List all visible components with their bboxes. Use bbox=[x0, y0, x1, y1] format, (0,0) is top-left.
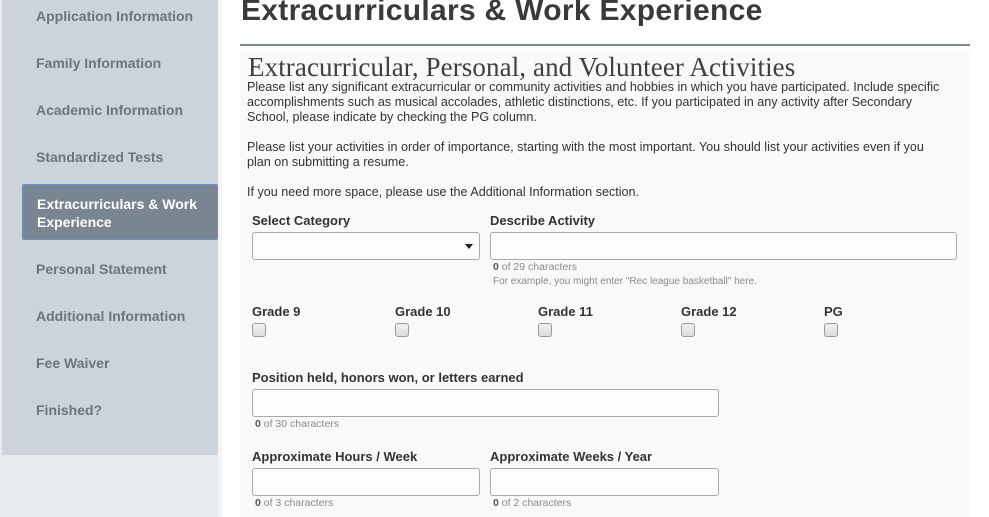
weeks-input[interactable] bbox=[490, 468, 719, 496]
instructions-paragraph-2: Please list your activities in order of … bbox=[247, 140, 924, 169]
sidebar-item-academic-information[interactable]: Academic Information bbox=[36, 101, 183, 119]
hours-input[interactable] bbox=[252, 468, 480, 496]
grade-12-label: Grade 12 bbox=[681, 304, 737, 319]
grade-10-label: Grade 10 bbox=[395, 304, 451, 319]
position-counter: 0 of 30 characters bbox=[255, 418, 339, 430]
grade-11-checkbox[interactable] bbox=[538, 323, 552, 337]
section-heading: Extracurricular, Personal, and Volunteer… bbox=[248, 52, 796, 82]
sidebar-item-personal-statement[interactable]: Personal Statement bbox=[36, 260, 167, 278]
chevron-down-icon bbox=[465, 244, 473, 249]
pg-checkbox[interactable] bbox=[824, 323, 838, 337]
position-input[interactable] bbox=[252, 389, 719, 417]
activity-counter-suffix: of 29 characters bbox=[498, 261, 578, 273]
category-label: Select Category bbox=[252, 213, 351, 228]
position-label: Position held, honors won, or letters ea… bbox=[252, 370, 524, 385]
sidebar-item-finished[interactable]: Finished? bbox=[36, 401, 102, 419]
sidebar-item-fee-waiver[interactable]: Fee Waiver bbox=[36, 354, 109, 372]
grade-12-checkbox[interactable] bbox=[681, 323, 695, 337]
weeks-counter: 0 of 2 characters bbox=[493, 497, 571, 509]
sidebar-item-additional-information[interactable]: Additional Information bbox=[36, 307, 185, 325]
activity-hint: For example, you might enter "Rec league… bbox=[493, 276, 757, 287]
activity-counter: 0 of 29 characters bbox=[493, 261, 577, 273]
instructions-paragraph-1: Please list any significant extracurricu… bbox=[247, 80, 940, 124]
sidebar-item-family-information[interactable]: Family Information bbox=[36, 54, 161, 72]
grade-11-label: Grade 11 bbox=[538, 304, 593, 319]
hours-counter: 0 of 3 characters bbox=[255, 497, 333, 509]
weeks-counter-suffix: of 2 characters bbox=[498, 497, 572, 509]
hours-counter-suffix: of 3 characters bbox=[260, 497, 334, 509]
instructions-paragraph-3: If you need more space, please use the A… bbox=[247, 185, 640, 199]
position-counter-suffix: of 30 characters bbox=[260, 418, 340, 430]
grade-10-checkbox[interactable] bbox=[395, 323, 409, 337]
sidebar-item-extracurriculars[interactable]: Extracurriculars & Work Experience bbox=[22, 184, 218, 240]
pg-label: PG bbox=[824, 304, 843, 319]
hours-label: Approximate Hours / Week bbox=[252, 449, 418, 464]
grade-9-checkbox[interactable] bbox=[252, 323, 266, 337]
sidebar-item-application-information[interactable]: Application Information bbox=[36, 7, 193, 25]
activity-input[interactable] bbox=[490, 232, 957, 260]
sidebar-item-standardized-tests[interactable]: Standardized Tests bbox=[36, 148, 163, 166]
category-select[interactable] bbox=[252, 232, 480, 260]
title-divider bbox=[240, 44, 970, 46]
sidebar-gutter bbox=[218, 0, 222, 517]
grade-9-label: Grade 9 bbox=[252, 304, 301, 319]
weeks-label: Approximate Weeks / Year bbox=[490, 449, 653, 464]
page-title: Extracurriculars & Work Experience bbox=[241, 0, 763, 27]
activity-label: Describe Activity bbox=[490, 213, 596, 228]
